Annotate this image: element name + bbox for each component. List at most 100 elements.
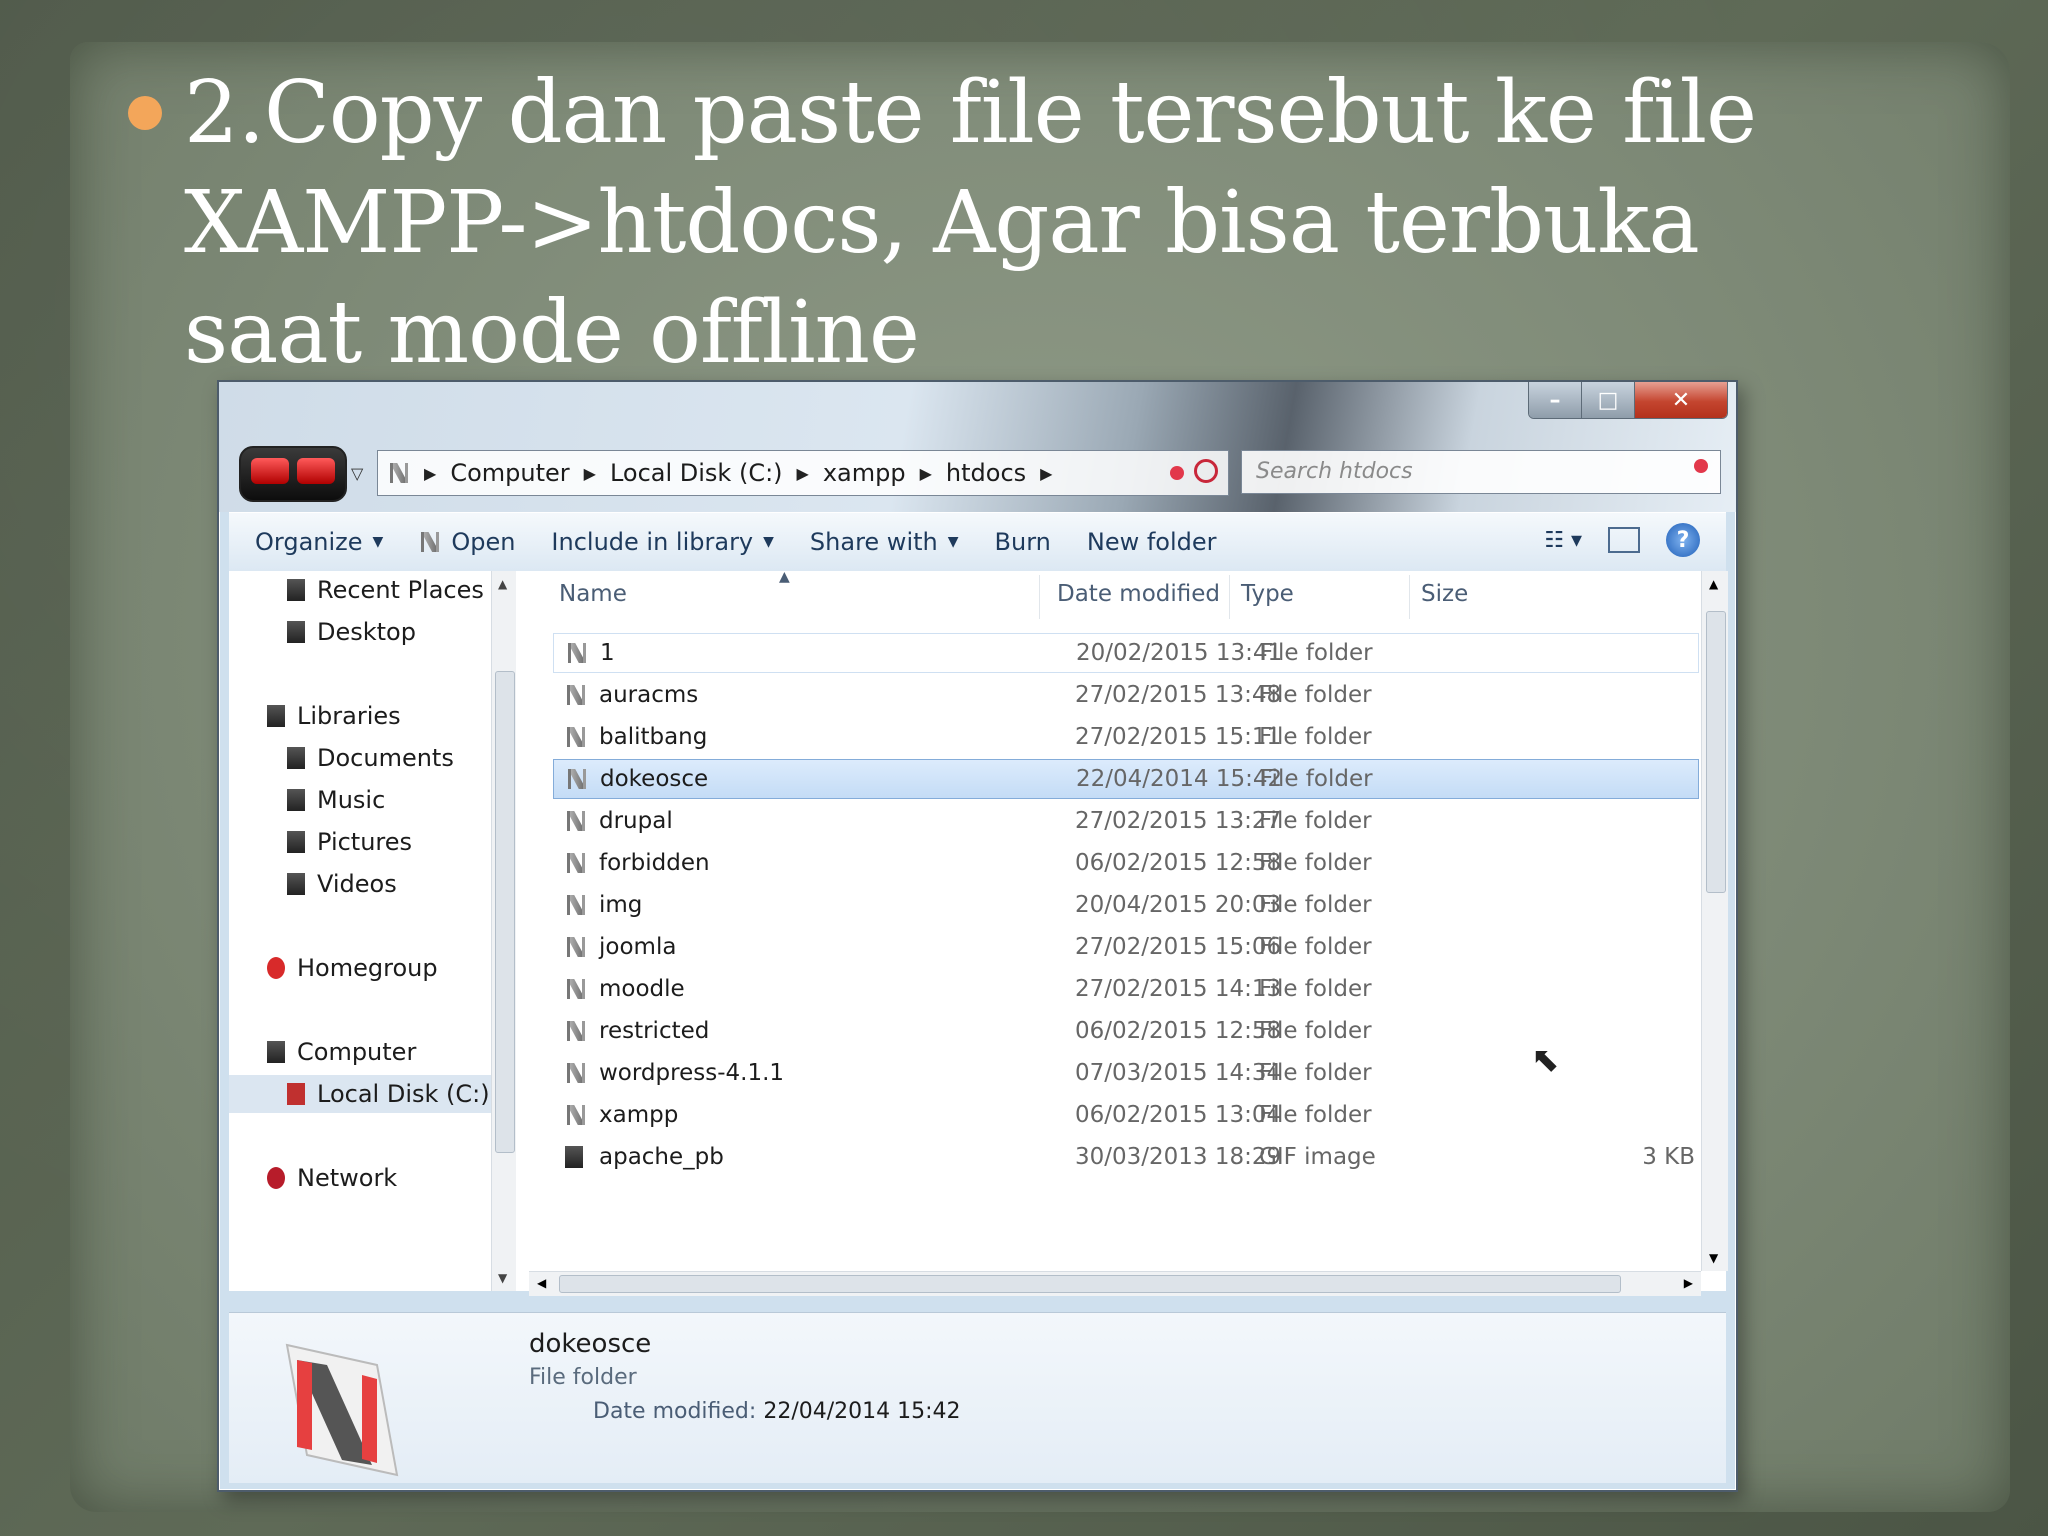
scroll-up-icon[interactable]: ▲ [1709,577,1718,591]
table-row[interactable]: restricted 06/02/2015 12:58 File folder [553,1011,1699,1051]
scrollbar-thumb[interactable] [495,671,515,1153]
table-row[interactable]: auracms 27/02/2015 13:48 File folder [553,675,1699,715]
explorer-body: Recent Places Desktop Libraries Document… [229,571,1728,1296]
column-type[interactable]: Type [1241,581,1294,607]
change-view-icon[interactable]: ☷ ▾ [1544,528,1582,553]
scrollbar-thumb[interactable] [1706,611,1726,893]
row-type: GIF image [1259,1144,1376,1170]
column-name[interactable]: Name [559,581,627,607]
folder-icon [565,1104,587,1126]
row-type: File folder [1260,640,1373,666]
table-row[interactable]: balitbang 27/02/2015 15:11 File folder [553,717,1699,757]
open-button[interactable]: Open [419,528,515,556]
recent-pages-dropdown-icon[interactable]: ▽ [351,464,363,483]
row-date: 30/03/2013 18:29 [1075,1144,1282,1170]
nav-item-pictures[interactable]: Pictures [287,823,412,861]
videos-icon [287,873,305,895]
row-date: 22/04/2014 15:42 [1076,766,1283,792]
column-divider[interactable] [1229,575,1230,619]
help-icon[interactable]: ? [1666,523,1700,557]
music-icon [287,789,305,811]
scroll-down-icon[interactable]: ▼ [1709,1251,1718,1265]
nav-item-local-disk[interactable]: Local Disk (C:) [229,1075,491,1113]
row-date: 27/02/2015 13:48 [1075,682,1282,708]
refresh-icon[interactable] [1194,459,1218,483]
table-row[interactable]: 1 20/02/2015 13:41 File folder [553,633,1699,673]
breadcrumb-computer[interactable]: Computer [450,459,569,487]
table-row[interactable]: xampp 06/02/2015 13:04 File folder [553,1095,1699,1135]
nav-item-recent-places[interactable]: Recent Places [287,571,484,609]
scroll-up-icon[interactable]: ▲ [498,577,507,591]
breadcrumb-local-disk[interactable]: Local Disk (C:) [610,459,783,487]
search-icon[interactable] [1694,459,1708,473]
breadcrumb-htdocs[interactable]: htdocs [946,459,1026,487]
table-row[interactable]: img 20/04/2015 20:03 File folder [553,885,1699,925]
nav-item-desktop[interactable]: Desktop [287,613,416,651]
minimize-button[interactable]: – [1529,382,1582,418]
horizontal-scrollbar[interactable]: ◀ ▶ [529,1271,1701,1296]
column-divider[interactable] [1039,575,1040,619]
column-date-modified[interactable]: Date modified [1057,581,1220,607]
breadcrumb-arrow-icon[interactable]: ▶ [797,464,809,483]
folder-icon [565,684,587,706]
search-input[interactable]: Search htdocs [1241,450,1721,494]
table-row[interactable]: joomla 27/02/2015 15:06 File folder [553,927,1699,967]
command-bar: Organize ▼ Open Include in library ▼ Share… [229,512,1726,572]
mouse-cursor-icon: ⬉ [1531,1040,1560,1080]
table-row[interactable]: dokeosce 22/04/2014 15:42 File folder [553,759,1699,799]
breadcrumb-arrow-icon[interactable]: ▶ [584,464,596,483]
documents-icon [287,747,305,769]
navigation-scrollbar[interactable]: ▲ ▼ [491,571,516,1291]
breadcrumb-arrow-icon[interactable]: ▶ [920,464,932,483]
table-row[interactable]: moodle 27/02/2015 14:13 File folder [553,969,1699,1009]
burn-button[interactable]: Burn [995,528,1051,556]
scroll-right-icon[interactable]: ▶ [1684,1276,1693,1290]
share-with-button[interactable]: Share with ▼ [810,528,959,556]
details-date-value: 22/04/2014 15:42 [763,1399,961,1424]
folder-icon [565,852,587,874]
organize-button[interactable]: Organize ▼ [255,528,383,556]
column-divider[interactable] [1409,575,1410,619]
row-name: moodle [599,976,685,1002]
row-type: File folder [1259,934,1372,960]
table-row[interactable]: wordpress-4.1.1 07/03/2015 14:34 File fold… [553,1053,1699,1093]
row-name: img [599,892,643,918]
local-disk-icon [287,1083,305,1105]
table-row[interactable]: apache_pb 30/03/2013 18:29 GIF image 3 KB [553,1137,1699,1177]
row-type: File folder [1259,976,1372,1002]
nav-item-computer[interactable]: Computer [267,1033,416,1071]
folder-large-icon [285,1343,399,1477]
table-row[interactable]: forbidden 06/02/2015 12:58 File folder [553,843,1699,883]
file-list: Name ▲ Date modified Type Size 1 20/02/20… [529,571,1701,1271]
nav-item-label: Libraries [297,702,401,730]
nav-item-label: Homegroup [297,954,438,982]
preview-pane-icon[interactable] [1608,527,1640,553]
file-list-scrollbar[interactable]: ▲ ▼ [1701,571,1728,1271]
sort-arrow-icon: ▲ [779,571,790,585]
breadcrumb-xampp[interactable]: xampp [823,459,906,487]
include-in-library-button[interactable]: Include in library ▼ [551,528,774,556]
address-bar[interactable]: ▶ Computer ▶ Local Disk (C:) ▶ xampp ▶ htdoc… [377,450,1229,496]
row-type: File folder [1259,1018,1372,1044]
new-folder-button[interactable]: New folder [1087,528,1217,556]
back-forward-buttons[interactable] [239,446,347,502]
nav-item-music[interactable]: Music [287,781,385,819]
address-dropdown-icon[interactable] [1170,466,1184,480]
table-row[interactable]: drupal 27/02/2015 13:27 File folder [553,801,1699,841]
row-type: File folder [1259,808,1372,834]
breadcrumb-arrow-icon[interactable]: ▶ [1040,464,1052,483]
maximize-button[interactable]: □ [1582,382,1635,418]
scrollbar-thumb[interactable] [559,1275,1621,1293]
row-date: 06/02/2015 12:58 [1075,1018,1282,1044]
scroll-left-icon[interactable]: ◀ [537,1276,546,1290]
scroll-down-icon[interactable]: ▼ [498,1271,507,1285]
close-button[interactable]: ✕ [1635,382,1727,418]
nav-item-network[interactable]: Network [267,1159,397,1197]
nav-item-libraries[interactable]: Libraries [267,697,401,735]
breadcrumb-arrow-icon[interactable]: ▶ [424,464,436,483]
nav-item-documents[interactable]: Documents [287,739,454,777]
nav-item-videos[interactable]: Videos [287,865,397,903]
column-size[interactable]: Size [1421,581,1468,607]
nav-item-homegroup[interactable]: Homegroup [267,949,438,987]
row-name: auracms [599,682,699,708]
